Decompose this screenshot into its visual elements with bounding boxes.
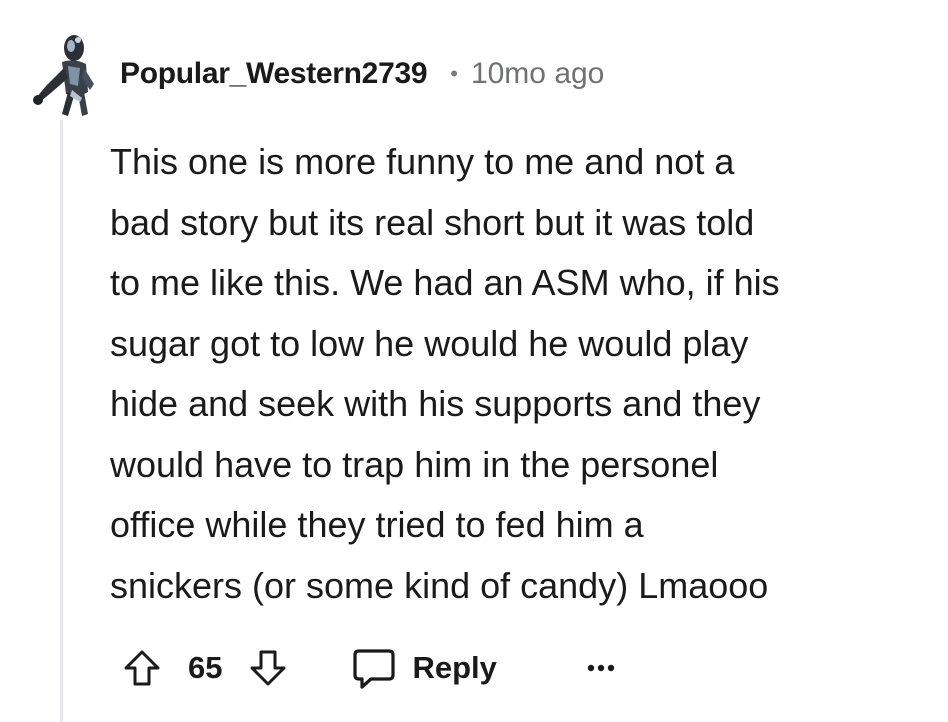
- meta-separator: •: [450, 61, 458, 86]
- comment-timestamp[interactable]: 10mo ago: [471, 57, 604, 91]
- comment-body-line: office while they tried to fed him a: [110, 504, 644, 545]
- ellipsis-icon: [587, 664, 615, 672]
- arrow-up-outline-icon: [124, 650, 160, 686]
- author-username[interactable]: Popular_Western2739: [120, 57, 428, 91]
- comment-body: This one is more funny to me and not a b…: [110, 132, 925, 616]
- comment-body-line: would have to trap him in the personel: [110, 443, 719, 485]
- comment-header: Popular_Western2739 • 10mo ago: [120, 52, 604, 96]
- arrow-down-outline-icon: [250, 650, 286, 686]
- comment-body-line: sugar got to low he would he would play: [110, 322, 749, 364]
- thread-line: [60, 120, 63, 722]
- reply-label: Reply: [412, 650, 497, 685]
- avatar[interactable]: [22, 28, 102, 120]
- comment-action-bar: 65 Reply: [118, 640, 621, 696]
- downvote-button[interactable]: [244, 644, 292, 692]
- comment-body-line: to me like this. We had an ASM who, if h…: [110, 262, 780, 303]
- speech-bubble-icon: [348, 642, 400, 694]
- comment-body-line: snickers (or some kind of candy) Lmaooo: [110, 564, 769, 606]
- comment-body-line: bad story but its real short but it was …: [110, 201, 755, 243]
- upvote-button[interactable]: [118, 644, 166, 692]
- avatar-figure-icon: [33, 35, 94, 116]
- reply-button[interactable]: Reply: [348, 642, 497, 694]
- comment-body-line: This one is more funny to me and not a: [110, 141, 735, 182]
- vote-score: 65: [188, 650, 223, 685]
- more-options-button[interactable]: [581, 648, 621, 688]
- comment-body-line: hide and seek with his supports and they: [110, 383, 761, 424]
